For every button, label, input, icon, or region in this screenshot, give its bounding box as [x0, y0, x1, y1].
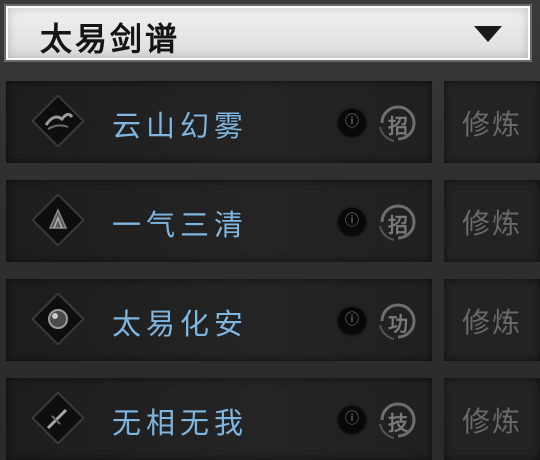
skill-row: 无相无我 技 修炼 [0, 378, 540, 460]
mountain-mist-icon [32, 95, 84, 147]
skill-type-label: 技 [388, 411, 408, 435]
train-button[interactable]: 修炼 [444, 378, 540, 460]
skill-name: 一气三清 [112, 208, 249, 242]
train-button[interactable]: 修炼 [444, 81, 540, 163]
train-button-label: 修炼 [461, 306, 522, 339]
skill-row: 太易化安 功 修炼 [0, 279, 540, 361]
skill-name: 云山幻雾 [112, 109, 249, 143]
info-icon[interactable] [338, 406, 366, 434]
train-button-label: 修炼 [461, 207, 522, 240]
info-icon[interactable] [338, 307, 366, 335]
skill-row-main[interactable]: 一气三清 招 [6, 180, 432, 262]
skill-type-badge: 招 [374, 198, 422, 246]
train-button[interactable]: 修炼 [444, 279, 540, 361]
skill-name: 太易化安 [112, 307, 249, 341]
blade-icon [32, 392, 84, 444]
skill-row-main[interactable]: 云山幻雾 招 [6, 81, 432, 163]
book-selector[interactable]: 太易剑谱 [4, 4, 532, 62]
orb-icon [32, 293, 84, 345]
train-button-label: 修炼 [461, 108, 522, 141]
skill-type-badge: 功 [374, 297, 422, 345]
train-button-label: 修炼 [461, 405, 522, 438]
skill-row: 云山幻雾 招 修炼 [0, 81, 540, 163]
train-button[interactable]: 修炼 [444, 180, 540, 262]
peak-icon [32, 194, 84, 246]
skill-type-label: 招 [388, 114, 408, 138]
skill-row-main[interactable]: 无相无我 技 [6, 378, 432, 460]
book-title: 太易剑谱 [40, 20, 181, 58]
info-icon[interactable] [338, 208, 366, 236]
skill-type-badge: 招 [374, 99, 422, 147]
skill-type-label: 招 [388, 213, 408, 237]
skill-panel: 太易剑谱 云山幻雾 招 修炼 [0, 0, 540, 460]
info-icon[interactable] [338, 109, 366, 137]
skill-type-badge: 技 [374, 396, 422, 444]
skill-row: 一气三清 招 修炼 [0, 180, 540, 262]
triangle-down-icon[interactable] [474, 26, 502, 42]
skill-row-main[interactable]: 太易化安 功 [6, 279, 432, 361]
skill-type-label: 功 [388, 312, 408, 336]
skill-name: 无相无我 [112, 406, 249, 440]
